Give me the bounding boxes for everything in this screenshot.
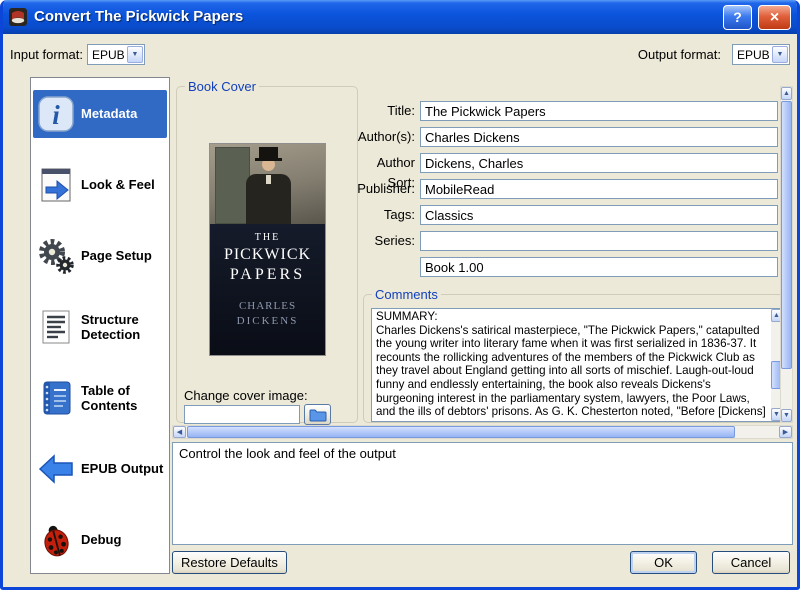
cover-title-the: THE	[254, 232, 281, 243]
comments-group-label: Comments	[372, 287, 441, 302]
ladybug-icon	[36, 520, 76, 560]
cover-door-shape	[215, 147, 250, 224]
form-row-series: Series:	[355, 231, 780, 251]
output-format-value: EPUB	[737, 47, 770, 62]
cancel-button[interactable]: Cancel	[712, 551, 790, 574]
form-row-authors: Author(s):	[355, 127, 780, 147]
cover-title-line1: PICKWICK	[223, 246, 312, 263]
sidebar-item-label: Table of Contents	[81, 382, 138, 413]
scrollbar-thumb[interactable]	[187, 426, 735, 438]
scroll-right-icon[interactable]: ▶	[779, 426, 792, 438]
tags-label: Tags:	[383, 207, 415, 222]
cover-author-line2: DICKENS	[236, 315, 299, 327]
cover-title-line2: PAPERS	[229, 266, 306, 283]
document-lines-icon	[36, 307, 76, 347]
left-arrow-icon	[36, 449, 76, 489]
input-format-label: Input format:	[10, 47, 83, 62]
sidebar-item-structure-detection[interactable]: Structure Detection	[31, 291, 169, 362]
form-row-series-index	[355, 257, 780, 277]
sidebar-item-table-of-contents[interactable]: Table of Contents	[31, 362, 169, 433]
gears-icon	[36, 236, 76, 276]
form-row-author-sort: Author Sort:	[355, 153, 780, 190]
series-label: Series:	[374, 233, 415, 248]
info-icon: i	[36, 94, 76, 134]
scroll-up-icon[interactable]: ▲	[781, 87, 792, 100]
sidebar-item-label: EPUB Output	[81, 461, 164, 476]
sidebar-item-label: Metadata	[81, 106, 138, 121]
browse-cover-button[interactable]	[304, 404, 331, 425]
titlebar[interactable]: Convert The Pickwick Papers ? ×	[3, 0, 797, 34]
book-cover-group: Book Cover THE PICKWICK PAPERS CHARLES D…	[176, 79, 358, 425]
convert-dialog: Convert The Pickwick Papers ? × Input fo…	[0, 0, 800, 590]
sidebar-item-debug[interactable]: Debug	[31, 504, 169, 575]
comments-text[interactable]: SUMMARY: Charles Dickens's satirical mas…	[376, 310, 768, 420]
publisher-label: Publisher:	[357, 181, 415, 196]
author-sort-input[interactable]	[420, 153, 778, 173]
svg-text:i: i	[52, 100, 60, 130]
cover-figure-hat-brim-shape	[255, 158, 282, 161]
title-input[interactable]	[420, 101, 778, 121]
sidebar-item-metadata[interactable]: i Metadata	[31, 78, 169, 149]
book-cover-image: THE PICKWICK PAPERS CHARLES DICKENS	[209, 143, 326, 356]
folder-icon	[309, 409, 326, 421]
comments-box[interactable]: SUMMARY: Charles Dickens's satirical mas…	[371, 308, 785, 422]
title-label: Title:	[387, 103, 415, 118]
publisher-input[interactable]	[420, 179, 778, 199]
input-format-value: EPUB	[92, 47, 125, 62]
form-row-title: Title:	[355, 101, 780, 121]
output-format-select[interactable]: EPUB ▼	[732, 44, 790, 65]
sidebar-item-label: Look & Feel	[81, 177, 155, 192]
cover-text-panel: THE PICKWICK PAPERS CHARLES DICKENS	[210, 224, 325, 355]
comments-group: Comments SUMMARY: Charles Dickens's sati…	[363, 287, 791, 423]
sidebar-item-epub-output[interactable]: EPUB Output	[31, 433, 169, 504]
output-format-label: Output format:	[637, 47, 721, 62]
window-title: Convert The Pickwick Papers	[34, 8, 244, 25]
scroll-left-icon[interactable]: ◀	[173, 426, 186, 438]
input-format-select[interactable]: EPUB ▼	[87, 44, 145, 65]
help-button[interactable]: ?	[723, 5, 752, 30]
page-arrow-icon	[36, 165, 76, 205]
scroll-down-icon[interactable]: ▼	[781, 409, 792, 422]
dropdown-arrow-icon: ▼	[772, 46, 788, 63]
series-input[interactable]	[420, 231, 778, 251]
restore-defaults-button[interactable]: Restore Defaults	[172, 551, 287, 574]
tags-input[interactable]	[420, 205, 778, 225]
sidebar-item-look-feel[interactable]: Look & Feel	[31, 149, 169, 220]
close-button[interactable]: ×	[758, 5, 791, 30]
ok-button[interactable]: OK	[630, 551, 697, 574]
calibre-app-icon	[8, 7, 28, 27]
authors-label: Author(s):	[357, 129, 415, 144]
sidebar-item-label: Structure Detection	[81, 311, 141, 342]
conversion-sections-list: i Metadata Look & Feel Page Setup Struct…	[30, 77, 170, 574]
dropdown-arrow-icon: ▼	[127, 46, 143, 63]
form-row-tags: Tags:	[355, 205, 780, 225]
notebook-icon	[36, 378, 76, 418]
scrollbar-thumb[interactable]	[781, 101, 792, 369]
cover-figure-shirt-shape	[266, 175, 271, 184]
sidebar-item-label: Page Setup	[81, 248, 152, 263]
form-row-publisher: Publisher:	[355, 179, 780, 199]
series-index-input[interactable]	[420, 257, 778, 277]
sidebar-item-page-setup[interactable]: Page Setup	[31, 220, 169, 291]
cover-photo-area	[210, 144, 325, 224]
panel-vertical-scrollbar[interactable]: ▲ ▼	[780, 86, 793, 423]
cover-path-input[interactable]	[184, 405, 300, 424]
cover-author-line1: CHARLES	[238, 300, 297, 312]
authors-input[interactable]	[420, 127, 778, 147]
change-cover-label: Change cover image:	[184, 388, 308, 403]
book-cover-group-label: Book Cover	[185, 79, 259, 94]
section-description-box: Control the look and feel of the output	[172, 442, 793, 545]
panel-horizontal-scrollbar[interactable]: ◀ ▶	[172, 425, 793, 439]
sidebar-item-label: Debug	[81, 532, 122, 547]
